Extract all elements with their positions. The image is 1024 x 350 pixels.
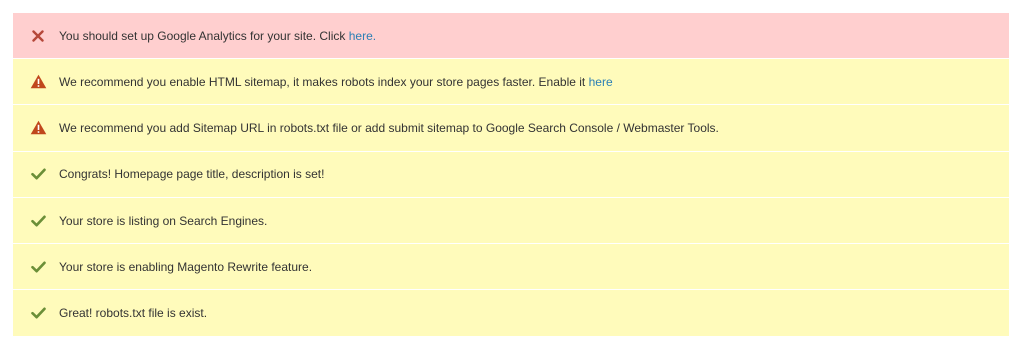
message-text: Great! robots.txt file is exist. [59,306,208,321]
message-html-sitemap-warning: We recommend you enable HTML sitemap, it… [13,59,1009,106]
message-text: Congrats! Homepage page title, descripti… [59,167,325,182]
checkmark-icon [29,165,47,183]
message-search-engines-success: Your store is listing on Search Engines. [13,197,1009,245]
checkmark-icon [29,304,47,322]
message-homepage-title-success: Congrats! Homepage page title, descripti… [13,151,1009,198]
message-rewrite-success: Your store is enabling Magento Rewrite f… [13,244,1009,291]
message-text: You should set up Google Analytics for y… [59,29,376,43]
analytics-here-link[interactable]: here. [349,29,376,43]
message-text: We recommend you add Sitemap URL in robo… [59,120,719,135]
x-icon [29,27,47,45]
message-robots-success: Great! robots.txt file is exist. [13,290,1009,337]
message-text: We recommend you enable HTML sitemap, it… [59,75,613,89]
seo-check-messages: You should set up Google Analytics for y… [13,13,1009,337]
checkmark-icon [29,258,47,276]
warning-icon [29,73,47,91]
message-text: Your store is listing on Search Engines. [59,213,268,228]
html-sitemap-here-link[interactable]: here [589,75,613,89]
message-label: We recommend you enable HTML sitemap, it… [59,74,586,89]
message-analytics-error: You should set up Google Analytics for y… [13,13,1009,59]
message-text: Your store is enabling Magento Rewrite f… [59,259,313,274]
warning-icon [29,119,47,137]
checkmark-icon [29,212,47,230]
message-label: You should set up Google Analytics for y… [59,28,346,43]
message-sitemap-url-warning: We recommend you add Sitemap URL in robo… [13,105,1009,152]
